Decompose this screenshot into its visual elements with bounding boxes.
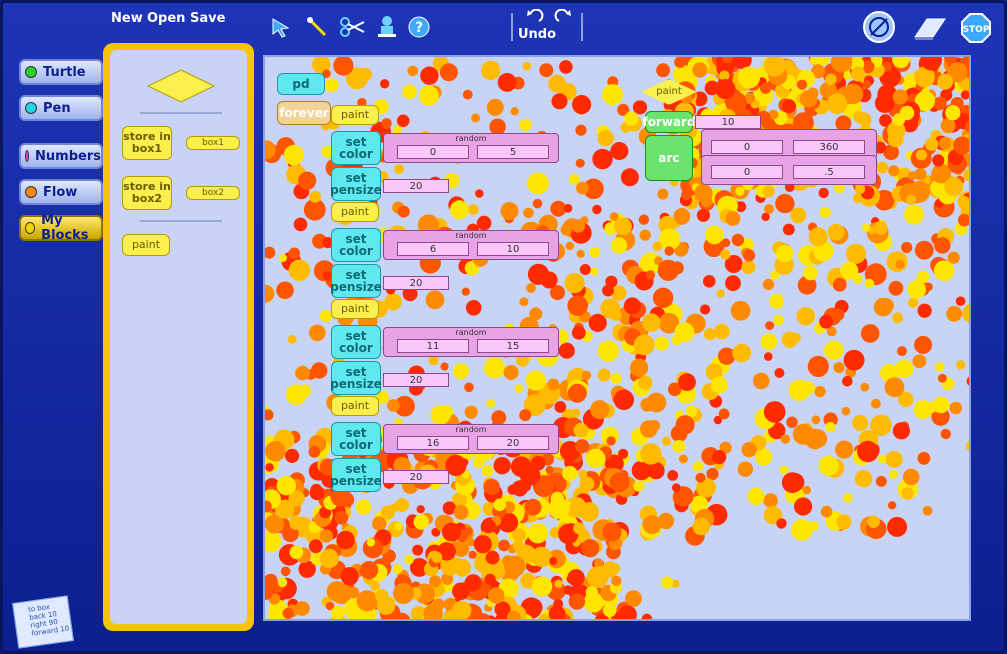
pensize-value[interactable]: 20 (383, 276, 449, 290)
box2-block[interactable]: box2 (186, 186, 240, 200)
set-color-block[interactable]: set color (331, 228, 381, 262)
set-color-block[interactable]: set color (331, 422, 381, 456)
random-label: random (455, 134, 487, 143)
category-my-blocks[interactable]: My Blocks (19, 213, 103, 243)
random-min-value[interactable]: 6 (397, 242, 469, 256)
toolbar-divider (581, 13, 583, 41)
random-label: random (455, 425, 487, 434)
help-icon[interactable]: ? (405, 13, 433, 41)
pd-block[interactable]: pd (277, 73, 325, 95)
menu-new[interactable]: New (111, 11, 143, 26)
category-dot-icon (25, 66, 37, 78)
paint-call-block[interactable]: paint (331, 105, 379, 125)
stop-label: STOP (963, 25, 990, 35)
set-pensize-block[interactable]: set pensize (330, 167, 382, 201)
svg-text:?: ? (415, 20, 423, 36)
set-pensize-block[interactable]: set pensize (330, 361, 382, 395)
hat-block-icon[interactable] (146, 68, 216, 104)
category-dot-icon (25, 186, 37, 198)
clear-graphics-icon[interactable] (863, 11, 895, 43)
app-window: New Open Save ? Undo STOP Turtle Pen Numbe… (0, 0, 1007, 654)
category-dot-icon (25, 222, 36, 234)
palette-divider (140, 112, 222, 114)
category-label: Flow (43, 184, 78, 200)
stop-button[interactable]: STOP (961, 13, 991, 43)
random-max-value[interactable]: 15 (477, 339, 549, 353)
set-pensize-block[interactable]: set pensize (330, 264, 382, 298)
forever-block[interactable]: forever (277, 101, 331, 125)
category-turtle[interactable]: Turtle (19, 59, 103, 85)
paint-call-block[interactable]: paint (331, 299, 379, 319)
set-color-block[interactable]: set color (331, 131, 381, 165)
radius-max-value[interactable]: .5 (793, 165, 865, 179)
category-dot-icon (25, 102, 37, 114)
pensize-value[interactable]: 20 (383, 373, 449, 387)
random-max-value[interactable]: 5 (477, 145, 549, 159)
procedure-hat-block[interactable]: paint (641, 79, 697, 105)
block-palette: store in box1 box1 store in box2 box2 pa… (103, 43, 254, 631)
category-flow[interactable]: Flow (19, 179, 103, 205)
pensize-value[interactable]: 20 (383, 179, 449, 193)
menu-open[interactable]: Open (147, 11, 185, 26)
notepad-icon[interactable]: to box back 10 right 90 forward 10 (12, 595, 74, 649)
random-min-value[interactable]: 11 (397, 339, 469, 353)
forward-value[interactable]: 10 (695, 115, 761, 129)
paint-block[interactable]: paint (122, 234, 170, 256)
box1-block[interactable]: box1 (186, 136, 240, 150)
turtle-canvas[interactable]: pd forever paint set color random 0 5 set pensi… (263, 55, 971, 621)
toolbar-divider (511, 13, 513, 41)
random-label: random (455, 328, 487, 337)
category-label: Pen (43, 100, 71, 116)
category-label: My Blocks (41, 213, 89, 243)
scissors-icon[interactable] (339, 13, 367, 41)
store-in-box2-block[interactable]: store in box2 (122, 176, 172, 210)
category-numbers[interactable]: Numbers (19, 143, 103, 169)
random-label: random (455, 231, 487, 240)
forward-block[interactable]: forward (642, 111, 696, 133)
category-label: Numbers (35, 148, 101, 164)
undo-button[interactable]: Undo (518, 27, 556, 42)
random-min-value[interactable]: 16 (397, 436, 469, 450)
angle-min-value[interactable]: 0 (711, 140, 783, 154)
category-dot-icon (25, 150, 30, 162)
random-max-value[interactable]: 20 (477, 436, 549, 450)
undo-icon[interactable] (525, 8, 545, 29)
category-label: Turtle (43, 64, 86, 80)
random-min-value[interactable]: 0 (397, 145, 469, 159)
category-pen[interactable]: Pen (19, 95, 103, 121)
angle-max-value[interactable]: 360 (793, 140, 865, 154)
radius-min-value[interactable]: 0 (711, 165, 783, 179)
pensize-value[interactable]: 20 (383, 470, 449, 484)
set-pensize-block[interactable]: set pensize (330, 458, 382, 492)
eraser-icon[interactable] (911, 15, 947, 45)
set-color-block[interactable]: set color (331, 325, 381, 359)
palette-divider (140, 220, 222, 222)
random-max-value[interactable]: 10 (477, 242, 549, 256)
arc-block[interactable]: arc (645, 135, 693, 181)
stamp-icon[interactable] (373, 13, 401, 41)
redo-icon[interactable] (553, 8, 573, 29)
arrow-icon[interactable] (267, 13, 295, 41)
paint-call-block[interactable]: paint (331, 396, 379, 416)
magic-wand-icon[interactable] (303, 13, 331, 41)
menu-save[interactable]: Save (190, 11, 225, 26)
store-in-box1-block[interactable]: store in box1 (122, 126, 172, 160)
paint-call-block[interactable]: paint (331, 202, 379, 222)
